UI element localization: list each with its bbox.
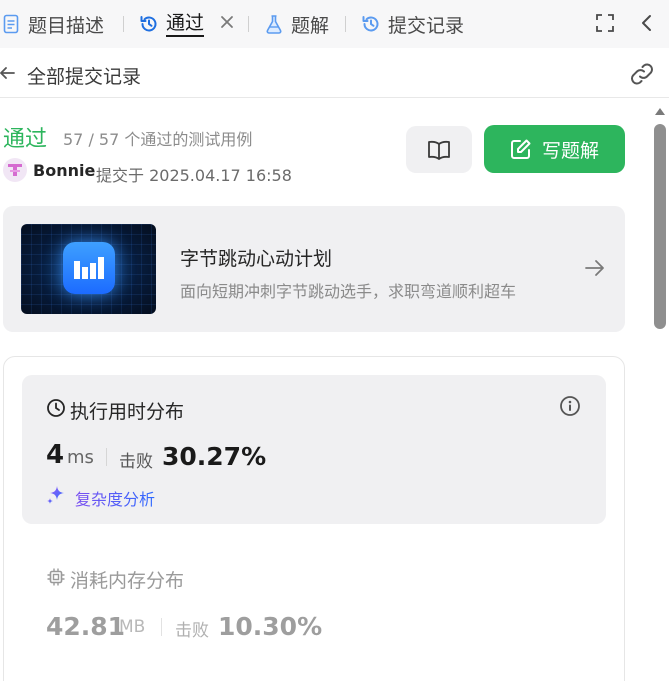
- status-label: 通过: [3, 127, 48, 152]
- tab-solutions[interactable]: 题解: [263, 0, 329, 48]
- tab-submissions[interactable]: 提交记录: [360, 0, 464, 48]
- tab-solutions-label: 题解: [291, 14, 330, 37]
- tab-submissions-label: 提交记录: [388, 14, 465, 37]
- memory-unit: MB: [119, 617, 146, 637]
- promo-image: [21, 224, 156, 314]
- tab-divider: [248, 16, 249, 32]
- flask-icon: [263, 13, 285, 35]
- scroll-up-arrow-icon[interactable]: [653, 102, 667, 115]
- memory-beat-label: 击败: [175, 621, 209, 641]
- history-icon: [138, 13, 160, 35]
- memory-beat-percent: 10.30%: [218, 612, 323, 641]
- write-solution-button[interactable]: 写题解: [484, 125, 625, 173]
- tab-divider: [123, 16, 124, 32]
- submitted-time: 提交于 2025.04.17 16:58: [96, 166, 292, 185]
- info-icon[interactable]: [559, 395, 581, 417]
- promo-subtitle: 面向短期冲刺字节跳动选手，求职弯道顺利超车: [180, 282, 517, 301]
- tab-divider: [345, 16, 346, 32]
- runtime-beat-label: 击败: [119, 452, 153, 472]
- scrollbar-thumb[interactable]: [654, 124, 666, 329]
- tab-accepted[interactable]: 通过: [138, 0, 205, 48]
- runtime-unit: ms: [67, 447, 94, 468]
- book-icon: [428, 140, 450, 160]
- tab-accepted-label: 通过: [166, 11, 205, 37]
- document-icon: [0, 13, 22, 35]
- avatar[interactable]: [3, 158, 27, 182]
- tab-description[interactable]: 题目描述: [0, 0, 104, 48]
- edit-icon: [510, 139, 531, 159]
- promo-title: 字节跳动心动计划: [180, 248, 333, 270]
- complexity-analysis-link[interactable]: 复杂度分析: [75, 486, 155, 510]
- author-name[interactable]: Bonnie: [33, 161, 95, 180]
- tab-description-label: 题目描述: [28, 14, 105, 37]
- sparkle-icon: [46, 484, 68, 506]
- link-icon[interactable]: [628, 62, 656, 86]
- arrow-right-icon[interactable]: [583, 256, 607, 280]
- runtime-value: 4: [46, 440, 65, 470]
- test-cases-summary: 57 / 57 个通过的测试用例: [63, 130, 253, 149]
- all-submissions-title[interactable]: 全部提交记录: [27, 62, 141, 89]
- bytedance-logo-icon: [63, 242, 115, 294]
- runtime-title: 执行用时分布: [70, 401, 185, 423]
- arrow-left-icon[interactable]: [0, 64, 16, 82]
- history-icon: [360, 13, 382, 35]
- promo-card[interactable]: 字节跳动心动计划 面向短期冲刺字节跳动选手，求职弯道顺利超车: [3, 206, 625, 332]
- tab-bar: 题目描述 通过 题解 提交记录: [0, 0, 669, 48]
- divider: [106, 448, 107, 466]
- runtime-beat-percent: 30.27%: [162, 442, 267, 471]
- chip-icon: [46, 567, 66, 587]
- fullscreen-icon[interactable]: [594, 12, 616, 34]
- chevron-left-icon[interactable]: [636, 12, 658, 34]
- clock-icon: [46, 398, 66, 418]
- divider: [161, 618, 162, 636]
- memory-title[interactable]: 消耗内存分布: [70, 566, 184, 593]
- close-icon[interactable]: [217, 12, 237, 32]
- write-solution-label: 写题解: [541, 139, 599, 162]
- solution-book-button[interactable]: [406, 126, 472, 173]
- memory-value: 42.81: [46, 612, 126, 641]
